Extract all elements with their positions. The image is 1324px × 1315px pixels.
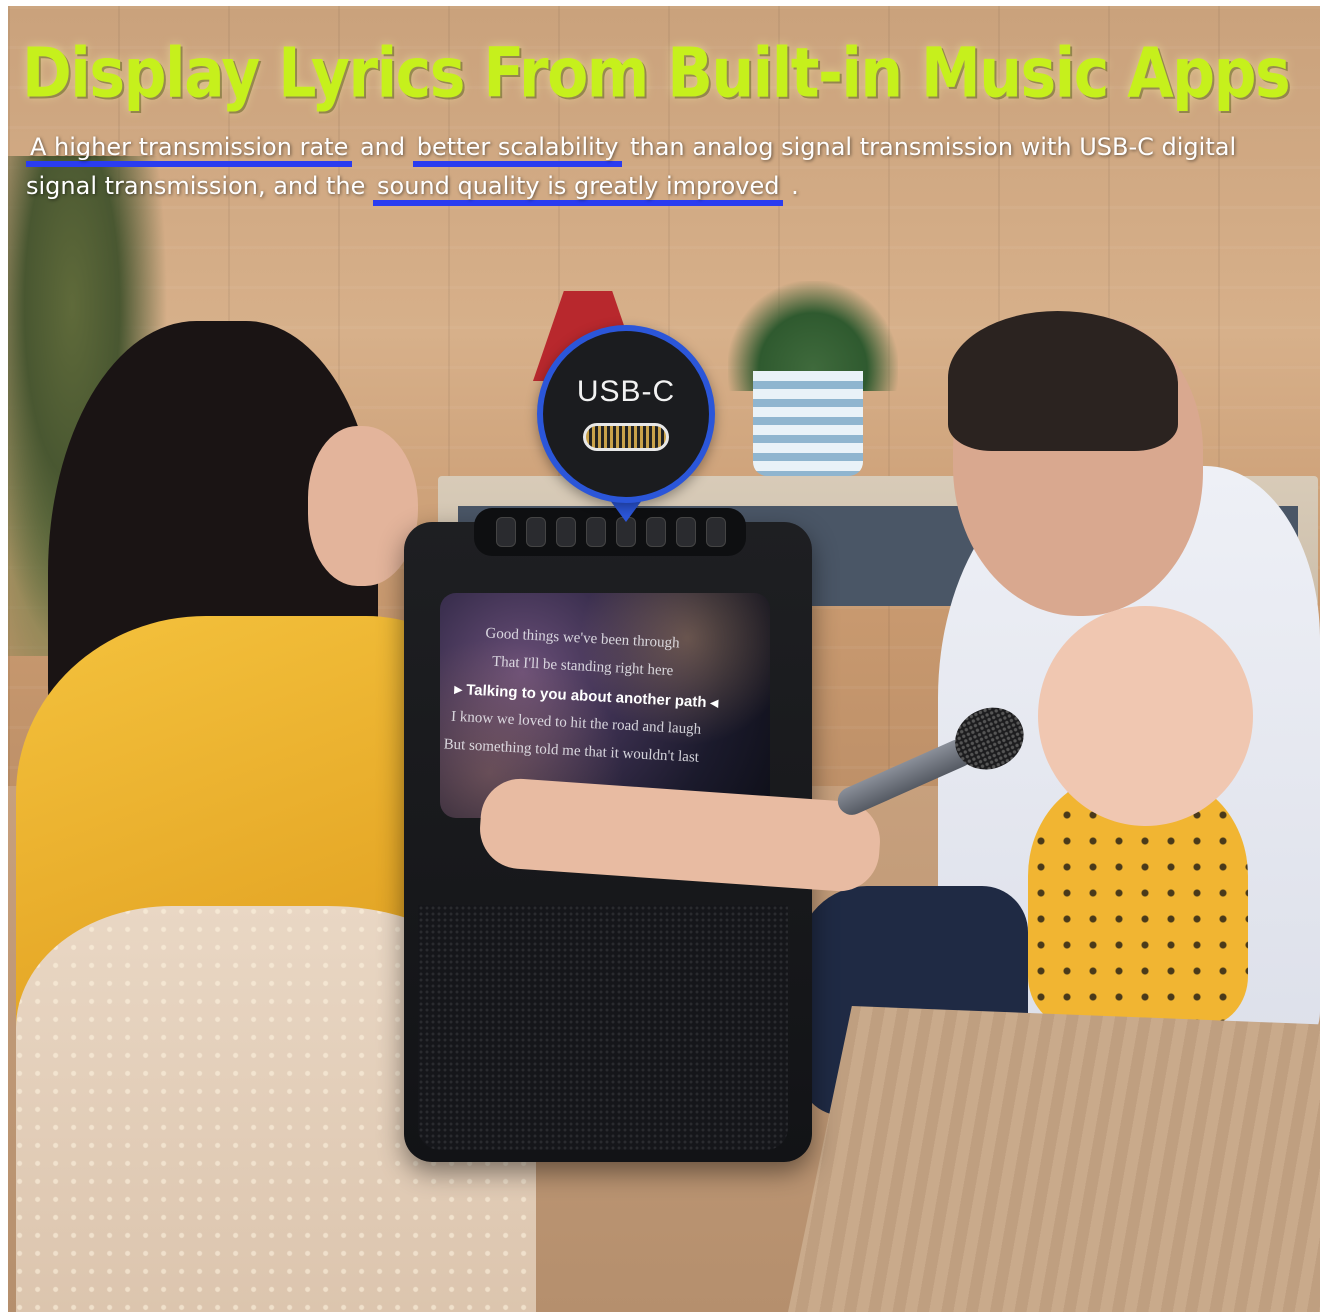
speaker-grille xyxy=(418,905,788,1150)
headline: Display Lyrics From Built-in Music Apps xyxy=(22,33,1291,114)
text-segment: . xyxy=(783,172,799,200)
lyric-line: That I'll be standing right here xyxy=(491,653,674,680)
usb-c-callout: USB-C xyxy=(537,325,715,503)
lyric-line-active: ▸ Talking to you about another path ◂ xyxy=(454,680,719,712)
baby-head xyxy=(1038,606,1253,826)
man-hair xyxy=(948,311,1178,451)
control-knob xyxy=(646,517,666,547)
play-marker-icon: ▸ xyxy=(454,680,463,699)
highlight-transmission-rate: A higher transmission rate xyxy=(26,133,353,167)
highlight-scalability: better scalability xyxy=(412,133,623,167)
woman-face xyxy=(308,426,418,586)
control-knob xyxy=(556,517,576,547)
lyric-line: But something told me that it wouldn't l… xyxy=(443,736,700,766)
highlight-sound-quality: sound quality is greatly improved xyxy=(373,172,784,206)
usb-c-port-icon xyxy=(583,423,669,451)
lyrics-list: Good things we've been through That I'll… xyxy=(440,623,770,781)
control-knob xyxy=(496,517,516,547)
usb-c-label: USB-C xyxy=(576,375,676,408)
play-marker-icon: ◂ xyxy=(710,694,719,712)
control-knob xyxy=(526,517,546,547)
lyric-line: Good things we've been through xyxy=(485,625,681,652)
control-knob xyxy=(586,517,606,547)
feature-description: A higher transmission rate and better sc… xyxy=(26,128,1286,206)
striped-pot xyxy=(753,371,863,476)
control-knob xyxy=(706,517,726,547)
wooden-table xyxy=(788,1006,1320,1312)
lyric-line: I know we loved to hit the road and laug… xyxy=(450,708,702,738)
control-knob xyxy=(676,517,696,547)
text-segment: and xyxy=(352,133,413,161)
